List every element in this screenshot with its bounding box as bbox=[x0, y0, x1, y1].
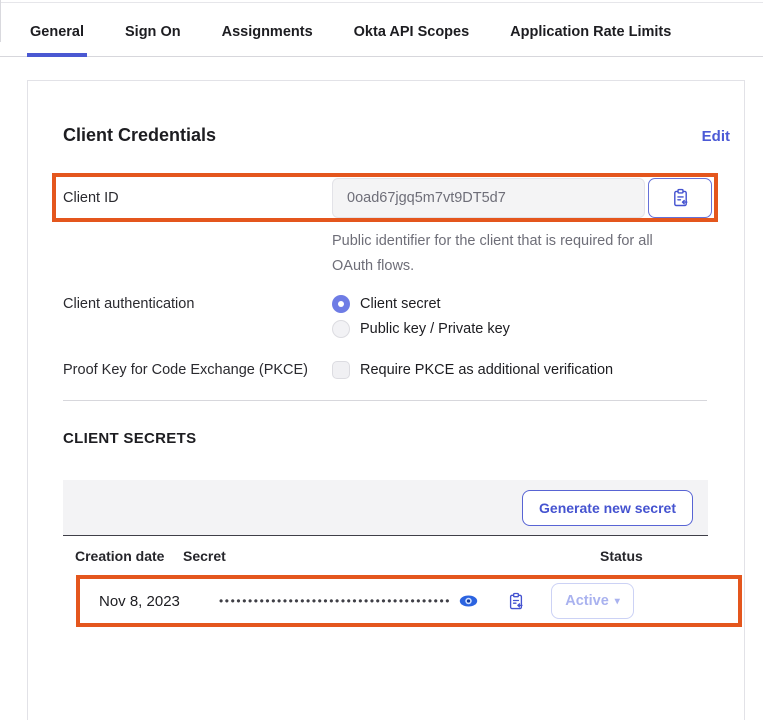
copy-client-id-button[interactable] bbox=[648, 178, 712, 218]
radio-public-private-key-label: Public key / Private key bbox=[360, 321, 510, 337]
pkce-checkbox-label: Require PKCE as additional verification bbox=[360, 362, 613, 378]
tab-assignments[interactable]: Assignments bbox=[219, 10, 316, 57]
pkce-row: Proof Key for Code Exchange (PKCE) Requi… bbox=[63, 361, 744, 379]
reveal-secret-button[interactable] bbox=[459, 592, 481, 610]
tab-sign-on[interactable]: Sign On bbox=[122, 10, 184, 57]
chevron-down-icon: ▾ bbox=[615, 596, 620, 607]
header-creation-date: Creation date bbox=[63, 548, 183, 564]
pkce-label: Proof Key for Code Exchange (PKCE) bbox=[63, 361, 332, 379]
table-header-row: Creation date Secret Status bbox=[63, 536, 708, 575]
secret-row-highlight-box: Nov 8, 2023 ••••••••••••••••••••••••••••… bbox=[76, 575, 742, 627]
client-id-help-text: Public identifier for the client that is… bbox=[332, 229, 744, 279]
secret-creation-date: Nov 8, 2023 bbox=[99, 593, 219, 610]
header-status: Status bbox=[600, 548, 696, 564]
tab-okta-api-scopes[interactable]: Okta API Scopes bbox=[351, 10, 473, 57]
pkce-option: Require PKCE as additional verification bbox=[332, 361, 613, 379]
eye-icon bbox=[459, 594, 478, 608]
client-secrets-toolbar: Generate new secret bbox=[63, 480, 708, 536]
generate-new-secret-button[interactable]: Generate new secret bbox=[522, 490, 693, 526]
client-authentication-label: Client authentication bbox=[63, 295, 332, 338]
section-title: Client Credentials bbox=[63, 125, 216, 146]
header-secret: Secret bbox=[183, 548, 600, 564]
client-id-highlight-box: Client ID 0oad67jgq5m7vt9DT5d7 bbox=[52, 173, 718, 222]
status-badge: Active bbox=[565, 593, 609, 609]
radio-public-private-key[interactable] bbox=[332, 320, 350, 338]
radio-client-secret-label: Client secret bbox=[360, 296, 441, 312]
client-credentials-header: Client Credentials Edit bbox=[63, 125, 730, 146]
masked-secret-value: •••••••••••••••••••••••••••••••••••••••• bbox=[219, 594, 451, 608]
clipboard-copy-icon bbox=[507, 592, 525, 611]
pkce-checkbox[interactable] bbox=[332, 361, 350, 379]
client-id-help-line-1: Public identifier for the client that is… bbox=[332, 229, 744, 254]
client-id-help-line-2: OAuth flows. bbox=[332, 254, 744, 279]
clipboard-copy-icon bbox=[671, 188, 690, 208]
option-public-private-key: Public key / Private key bbox=[332, 320, 510, 338]
tab-general[interactable]: General bbox=[27, 10, 87, 57]
tab-bar: General Sign On Assignments Okta API Sco… bbox=[0, 10, 763, 57]
option-client-secret: Client secret bbox=[332, 295, 510, 313]
window-top-border bbox=[0, 2, 763, 3]
status-dropdown-button[interactable]: Active ▾ bbox=[551, 583, 634, 619]
client-credentials-card: Client Credentials Edit Client ID 0oad67… bbox=[27, 80, 745, 720]
client-secrets-title: CLIENT SECRETS bbox=[63, 430, 744, 447]
copy-secret-button[interactable] bbox=[507, 591, 529, 611]
client-authentication-row: Client authentication Client secret Publ… bbox=[63, 295, 744, 338]
client-id-input-group: 0oad67jgq5m7vt9DT5d7 bbox=[332, 178, 712, 218]
client-id-label: Client ID bbox=[63, 190, 332, 206]
client-secrets-table: Generate new secret Creation date Secret… bbox=[63, 480, 708, 627]
edit-link[interactable]: Edit bbox=[702, 128, 730, 145]
client-id-value-field[interactable]: 0oad67jgq5m7vt9DT5d7 bbox=[332, 178, 645, 218]
tab-application-rate-limits[interactable]: Application Rate Limits bbox=[507, 10, 674, 57]
section-divider bbox=[63, 400, 707, 401]
client-authentication-options: Client secret Public key / Private key bbox=[332, 295, 510, 338]
radio-client-secret[interactable] bbox=[332, 295, 350, 313]
